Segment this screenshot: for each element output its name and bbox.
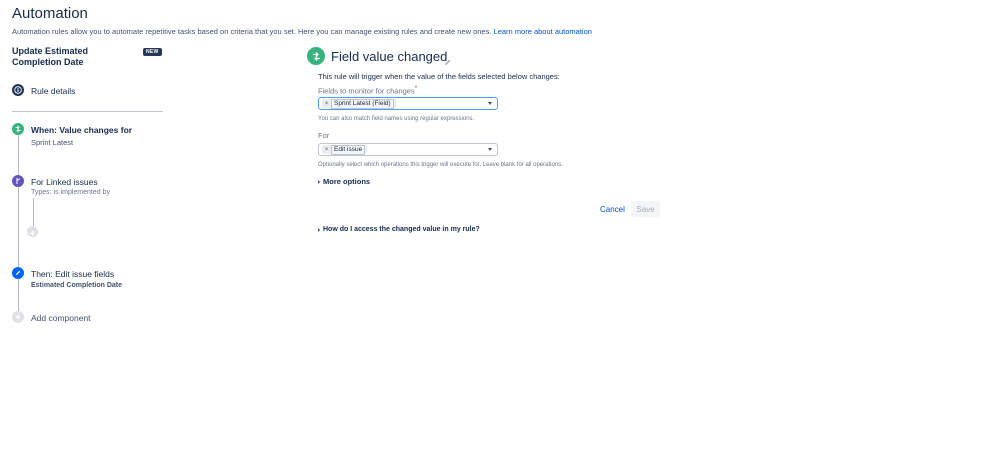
plus-icon[interactable] bbox=[12, 311, 24, 323]
branch-line bbox=[32, 198, 34, 226]
rule-details-link[interactable]: Rule details bbox=[31, 86, 75, 96]
chevron-down-icon[interactable] bbox=[488, 102, 492, 105]
fields-label-text: Fields to monitor for changes bbox=[318, 86, 415, 96]
new-badge: NEW bbox=[143, 48, 162, 56]
remove-chip-icon[interactable]: × bbox=[322, 101, 331, 107]
rule-name[interactable]: Update Estimated Completion Date bbox=[12, 46, 137, 68]
divider bbox=[12, 111, 163, 112]
branch-subtitle: Types: is implemented by bbox=[31, 189, 110, 196]
field-chip: × Sprint Latest (Field) bbox=[322, 98, 396, 109]
learn-more-link[interactable]: Learn more about automation bbox=[494, 27, 592, 36]
branch-add-button[interactable] bbox=[27, 226, 38, 237]
operation-chip: × Edit issue bbox=[322, 144, 368, 155]
trigger-icon[interactable] bbox=[12, 123, 24, 135]
required-mark: * bbox=[414, 85, 418, 92]
more-options-label: More options bbox=[323, 177, 371, 186]
info-icon[interactable] bbox=[12, 84, 24, 96]
add-component-button[interactable]: Add component bbox=[31, 313, 91, 323]
chevron-right-icon bbox=[318, 227, 320, 232]
cancel-button[interactable]: Cancel bbox=[600, 205, 625, 214]
flow-line bbox=[17, 279, 19, 311]
flow-line bbox=[17, 135, 19, 175]
help-toggle-label: How do I access the changed value in my … bbox=[323, 226, 480, 233]
more-options-toggle[interactable]: More options bbox=[318, 177, 370, 186]
fields-select[interactable]: × Sprint Latest (Field) bbox=[318, 97, 498, 110]
page-subtitle: Automation rules allow you to automate r… bbox=[12, 27, 592, 36]
chip-label: Sprint Latest (Field) bbox=[331, 98, 394, 109]
fields-label: Fields to monitor for changes* bbox=[318, 85, 417, 96]
fields-help: You can also match field names using reg… bbox=[318, 116, 475, 122]
trigger-subtitle: Sprint Latest bbox=[31, 138, 74, 147]
chip-label: Edit issue bbox=[331, 144, 366, 155]
panel-title: Field value changed bbox=[331, 49, 448, 64]
chevron-right-icon bbox=[318, 179, 320, 184]
operations-select[interactable]: × Edit issue bbox=[318, 143, 498, 156]
operations-help: Optionally select which operations this … bbox=[318, 162, 563, 168]
action-subtitle: Estimated Completion Date bbox=[31, 282, 123, 289]
panel-description: This rule will trigger when the value of… bbox=[318, 72, 560, 81]
trigger-title[interactable]: When: Value changes for bbox=[31, 125, 132, 135]
pencil-icon[interactable] bbox=[444, 53, 452, 71]
pencil-icon[interactable] bbox=[12, 267, 24, 279]
trigger-icon bbox=[307, 47, 325, 65]
for-label: For bbox=[318, 131, 330, 140]
subtitle-text: Automation rules allow you to automate r… bbox=[12, 27, 492, 36]
chevron-down-icon[interactable] bbox=[488, 148, 492, 151]
page-title: Automation bbox=[12, 5, 88, 22]
save-button[interactable]: Save bbox=[631, 201, 660, 217]
remove-chip-icon[interactable]: × bbox=[322, 147, 331, 153]
action-title[interactable]: Then: Edit issue fields bbox=[31, 269, 114, 279]
plus-icon bbox=[30, 231, 35, 236]
branch-icon[interactable] bbox=[12, 175, 24, 187]
branch-title[interactable]: For Linked issues bbox=[31, 177, 98, 187]
flow-line bbox=[17, 187, 19, 267]
help-toggle[interactable]: How do I access the changed value in my … bbox=[318, 226, 480, 233]
